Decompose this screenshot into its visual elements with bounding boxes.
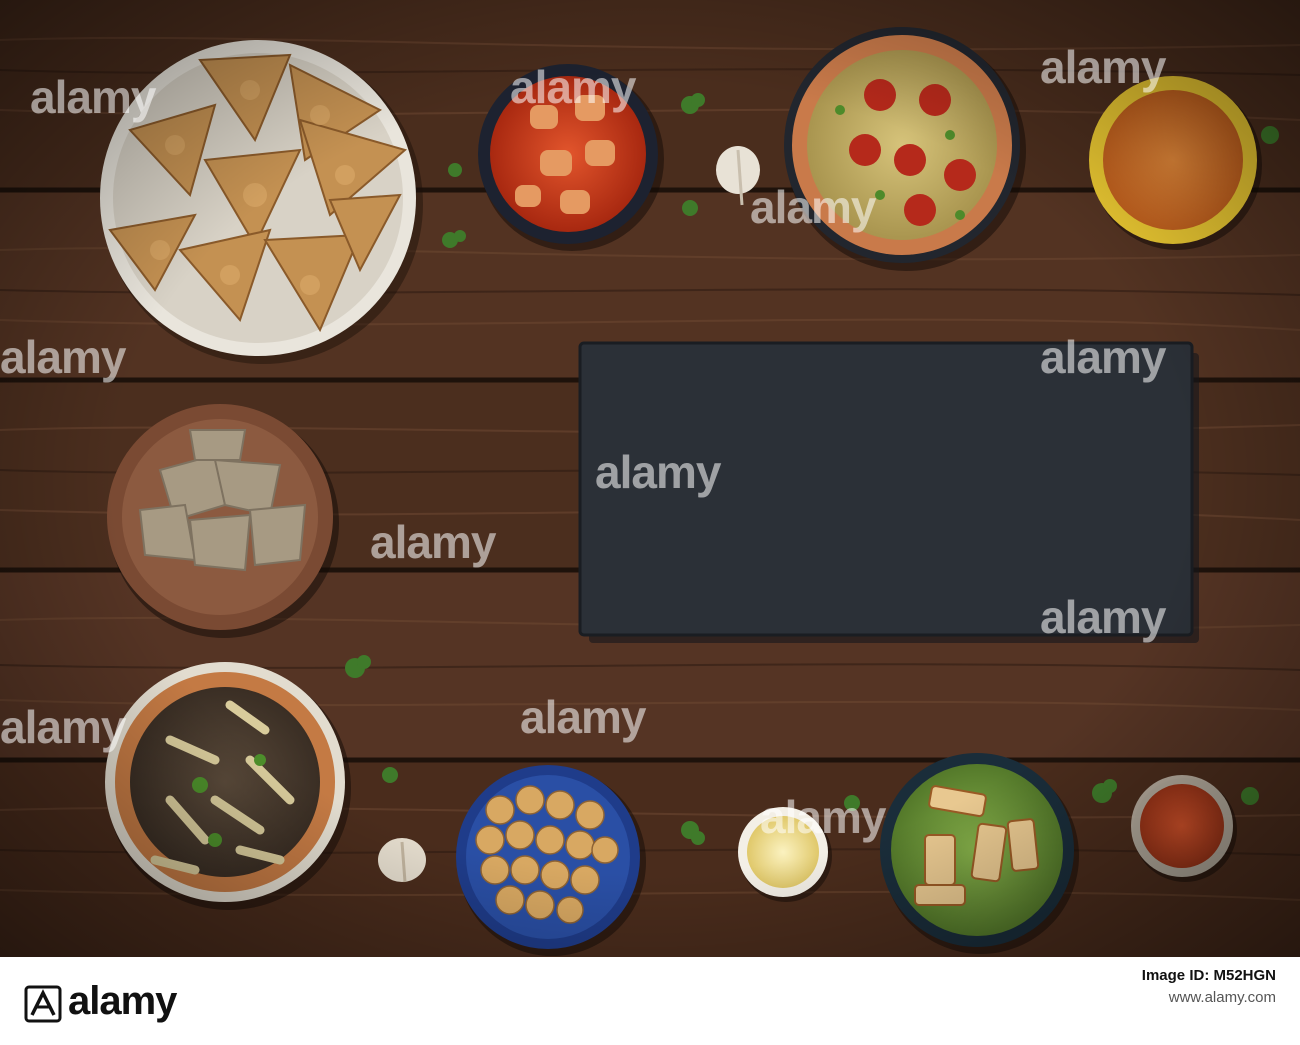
alamy-logo[interactable]: alamy (24, 973, 224, 1033)
footer-bar: alamy Image ID: M52HGN www.alamy.com (0, 957, 1300, 1045)
watermark: alamy (510, 61, 636, 113)
watermark: alamy (760, 791, 886, 843)
alamy-logo-text: alamy (68, 979, 177, 1023)
watermark: alamy (595, 446, 721, 498)
watermark: alamy (30, 71, 156, 123)
image-meta: Image ID: M52HGN www.alamy.com (1142, 965, 1276, 1009)
alamy-logo-icon (24, 985, 62, 1023)
watermark: alamy (750, 181, 876, 233)
watermark: alamy (1040, 331, 1166, 383)
food-photo: alamy alamy alamy alamy alamy alamy alam… (0, 0, 1300, 957)
watermark: alamy (370, 516, 496, 568)
site-url[interactable]: www.alamy.com (1142, 987, 1276, 1009)
watermark: alamy (1040, 41, 1166, 93)
watermark: alamy (520, 691, 646, 743)
watermark: alamy (1040, 591, 1166, 643)
image-id: Image ID: M52HGN (1141, 967, 1276, 984)
watermark: alamy (0, 701, 126, 753)
watermark: alamy (0, 331, 126, 383)
